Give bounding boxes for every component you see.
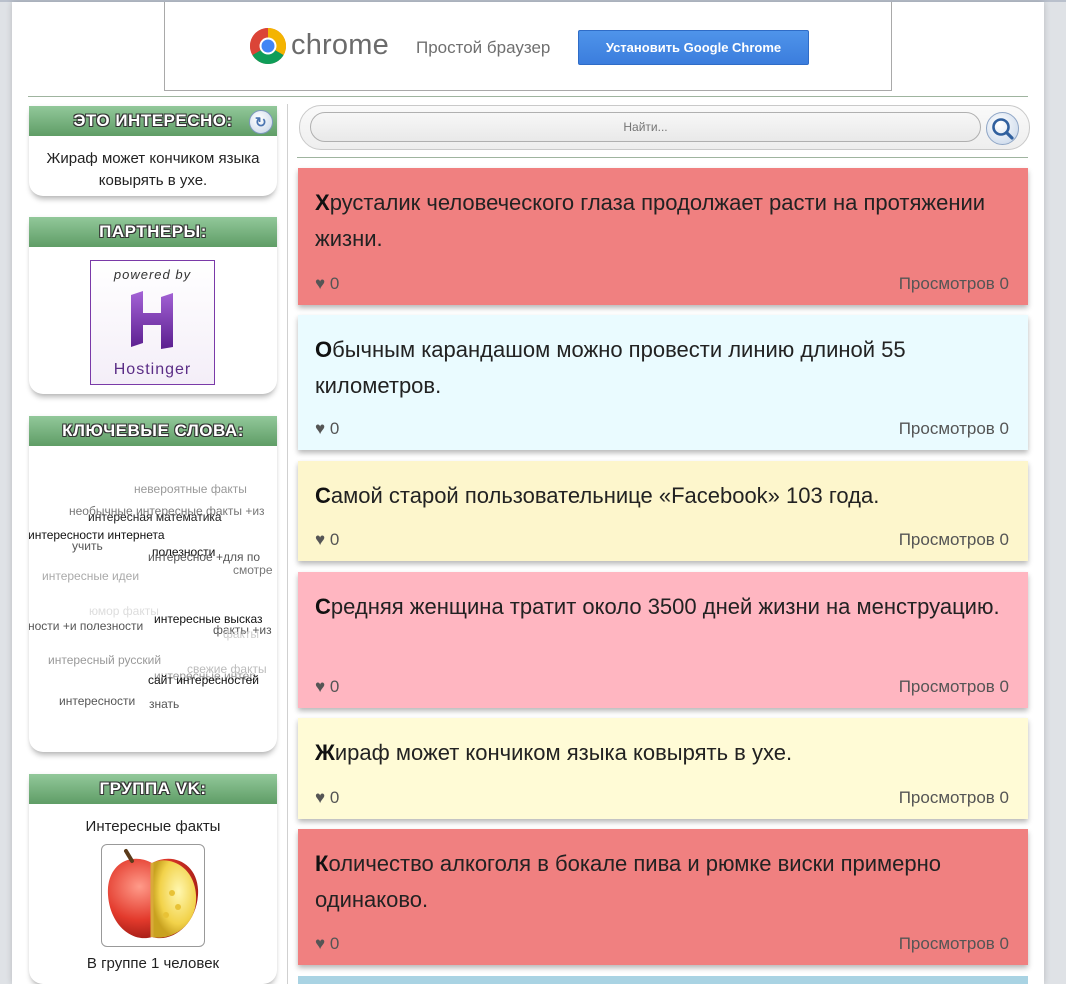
powered-by-text: powered by [113, 267, 192, 282]
sidebar-divider [287, 104, 288, 984]
partners-widget: ПАРТНЕРЫ: powered by Hostinger [29, 217, 277, 394]
search-button[interactable] [986, 112, 1019, 145]
chrome-ad-banner[interactable]: chrome Простой браузер Установить Google… [164, 2, 892, 91]
fact-card-partial[interactable] [298, 976, 1028, 984]
tag-link[interactable]: сайт интересностей [148, 673, 259, 687]
fact-card[interactable]: Жираф может кончиком языка ковырять в ух… [298, 718, 1028, 819]
tag-link[interactable]: интересности [59, 694, 135, 708]
fact-first-letter: С [315, 483, 331, 508]
fact-card[interactable]: Самой старой пользовательнице «Facebook»… [298, 461, 1028, 561]
fact-card[interactable]: Хрусталик человеческого глаза продолжает… [298, 168, 1028, 305]
hostinger-logo-text: Hostinger [113, 361, 192, 378]
tag-link[interactable]: юмор факты [89, 604, 159, 618]
view-count: Просмотров 0 [898, 274, 1009, 293]
like-button[interactable]: ♥ 0 [315, 677, 339, 697]
header-divider [28, 96, 1028, 97]
fact-text: Самой старой пользовательнице «Facebook»… [315, 478, 1011, 514]
fact-first-letter: К [315, 851, 329, 876]
partners-widget-title: ПАРТНЕРЫ: [29, 217, 277, 247]
tag-link[interactable]: факты [223, 627, 259, 641]
fact-widget-header: ЭТО ИНТЕРЕСНО: ↻ [29, 106, 277, 136]
install-chrome-button[interactable]: Установить Google Chrome [578, 30, 809, 65]
view-count: Просмотров 0 [898, 419, 1009, 438]
view-count: Просмотров 0 [898, 677, 1009, 696]
fact-body: редняя женщина тратит около 3500 дней жи… [330, 594, 1000, 619]
fact-first-letter: Ж [315, 740, 335, 765]
fact-widget-title: ЭТО ИНТЕРЕСНО: [73, 111, 233, 130]
fact-text: Количество алкоголя в бокале пива и рюмк… [315, 846, 1011, 918]
tag-cloud: невероятные факты необычные интересные ф… [29, 446, 277, 736]
like-button[interactable]: ♥ 0 [315, 419, 339, 439]
fact-body: оличество алкоголя в бокале пива и рюмке… [315, 851, 942, 912]
view-count: Просмотров 0 [898, 530, 1009, 549]
fact-text: Средняя женщина тратит около 3500 дней ж… [315, 589, 1011, 625]
tag-link[interactable]: ности +и полезности [29, 619, 143, 633]
tag-link[interactable]: знать [149, 697, 179, 711]
tag-link[interactable]: интересный русский [48, 653, 161, 667]
fact-body: ираф может кончиком языка ковырять в ухе… [334, 740, 793, 765]
vk-member-count: В группе 1 человек [86, 955, 220, 972]
search-icon [992, 118, 1014, 140]
tag-link[interactable]: интересная математика [88, 510, 222, 524]
fact-body: бычным карандашом можно провести линию д… [315, 337, 906, 398]
ad-tagline: Простой браузер [416, 38, 551, 57]
ad-brand: chrome [291, 29, 389, 61]
view-count: Просмотров 0 [898, 934, 1009, 953]
hostinger-logo-icon [131, 291, 173, 349]
keywords-widget: КЛЮЧЕВЫЕ СЛОВА: невероятные факты необыч… [29, 416, 277, 752]
tag-link[interactable]: интересные идеи [42, 569, 139, 583]
search-bar [299, 105, 1030, 150]
fact-text: Жираф может кончиком языка ковырять в ух… [315, 735, 1011, 771]
fact-card[interactable]: Средняя женщина тратит около 3500 дней ж… [298, 572, 1028, 708]
tag-link[interactable]: невероятные факты [134, 482, 247, 496]
fact-card[interactable]: Количество алкоголя в бокале пива и рюмк… [298, 829, 1028, 965]
vk-group-widget: ГРУППА VK: Интересные факты В группе 1 ч… [29, 774, 277, 984]
keywords-widget-title: КЛЮЧЕВЫЕ СЛОВА: [29, 416, 277, 446]
view-count: Просмотров 0 [898, 788, 1009, 807]
like-button[interactable]: ♥ 0 [315, 274, 339, 294]
fact-first-letter: О [315, 337, 333, 362]
like-button[interactable]: ♥ 0 [315, 788, 339, 808]
tag-link[interactable]: учить [72, 539, 103, 553]
search-input[interactable] [310, 112, 981, 142]
tag-link[interactable]: интересное +для по [148, 550, 260, 564]
fact-first-letter: Х [315, 190, 330, 215]
fact-text: Хрусталик человеческого глаза продолжает… [315, 185, 1011, 257]
hostinger-banner[interactable]: powered by Hostinger [90, 260, 215, 385]
fact-text: Обычным карандашом можно провести линию … [315, 332, 1011, 404]
search-divider [297, 157, 1028, 158]
like-button[interactable]: ♥ 0 [315, 934, 339, 954]
chrome-logo-icon [249, 27, 287, 65]
fact-body: русталик человеческого глаза продолжает … [315, 190, 986, 251]
fact-card[interactable]: Обычным карандашом можно провести линию … [298, 315, 1028, 450]
fact-first-letter: С [315, 594, 331, 619]
refresh-icon[interactable]: ↻ [249, 110, 273, 134]
fact-widget: ЭТО ИНТЕРЕСНО: ↻ Жираф может кончиком яз… [29, 106, 277, 196]
like-button[interactable]: ♥ 0 [315, 530, 339, 550]
fact-body: амой старой пользовательнице «Facebook» … [330, 483, 880, 508]
random-fact-text: Жираф может кончиком языка ковырять в ух… [46, 150, 260, 189]
tag-link[interactable]: смотре [233, 563, 273, 577]
